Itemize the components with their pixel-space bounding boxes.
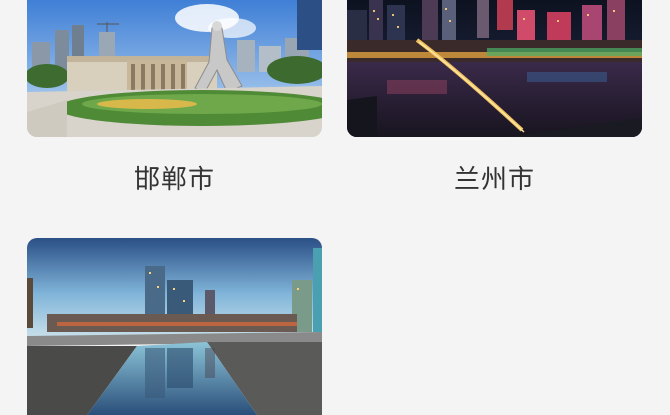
city-photo[interactable]	[347, 0, 642, 137]
city-card-lanzhou[interactable]: 兰州市	[347, 0, 642, 196]
city-card-handan[interactable]: 邯郸市	[27, 0, 322, 196]
city-grid: 邯郸市 兰州市	[0, 0, 670, 415]
city-photo[interactable]	[27, 0, 322, 137]
city-card-third[interactable]	[27, 238, 322, 415]
city-photo[interactable]	[27, 238, 322, 415]
city-name-label: 兰州市	[453, 165, 535, 195]
city-name-label: 邯郸市	[133, 165, 215, 195]
